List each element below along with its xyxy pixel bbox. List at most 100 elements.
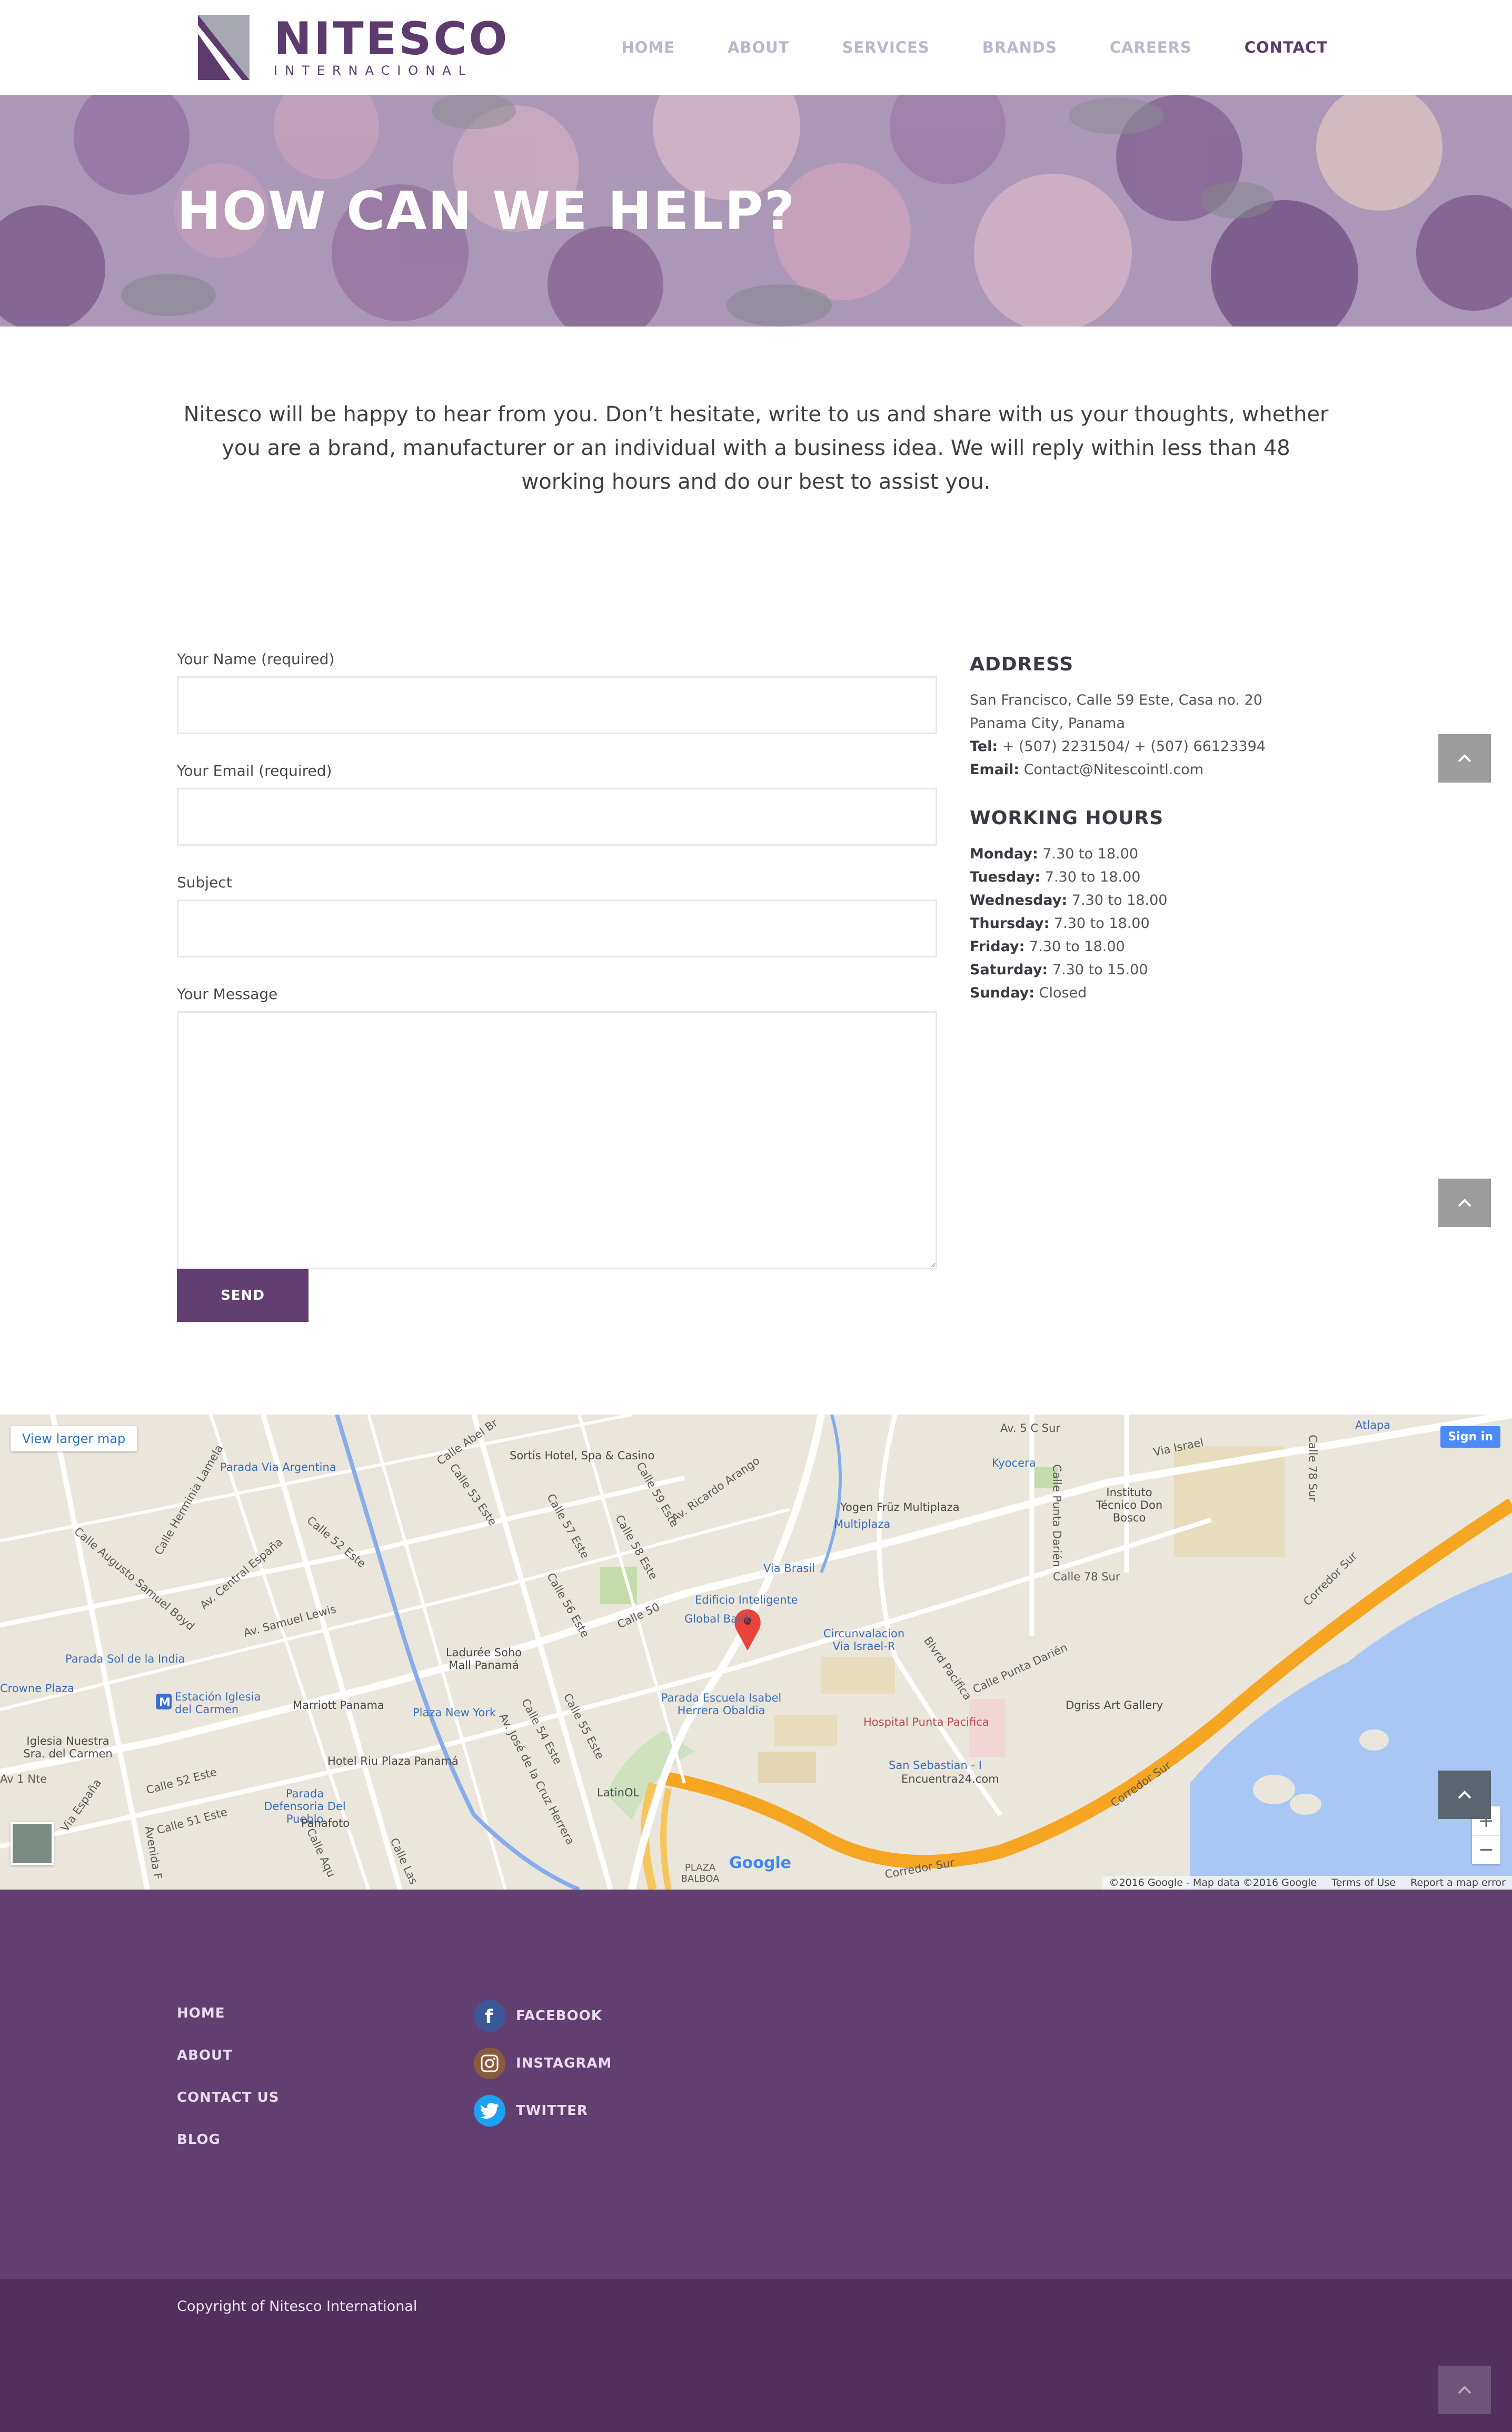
scroll-top-button[interactable] [1438, 734, 1491, 783]
hours-time: 7.30 to 18.00 [1045, 869, 1141, 885]
name-label: Your Name (required) [177, 650, 335, 668]
map-label: Circunvalacion Via Israel-R [823, 1627, 905, 1653]
send-button[interactable]: SEND [177, 1269, 309, 1322]
facebook-icon: f [474, 2000, 505, 2032]
map-label: Kyocera [992, 1457, 1036, 1469]
map-label: Instituto Técnico Don Bosco [1096, 1486, 1163, 1524]
nav-home[interactable]: HOME [621, 38, 675, 56]
map-label: Marriott Panama [293, 1699, 384, 1712]
contact-form: Your Name (required) Your Email (require… [177, 649, 937, 1296]
email-info-label: Email: [970, 762, 1020, 778]
map-label: Calle Punta Darién [1050, 1464, 1063, 1567]
map-attribution-bar: ©2016 Google - Map data ©2016 Google Ter… [1102, 1876, 1512, 1890]
map-report-link[interactable]: Report a map error [1410, 1877, 1506, 1889]
subject-field-group: Subject [177, 872, 937, 957]
logo[interactable]: NITESCO INTERNACIONAL [198, 15, 508, 80]
map-label: LatinOL [597, 1786, 640, 1799]
message-label: Your Message [177, 985, 278, 1003]
map-label: Estación Iglesia del Carmen [175, 1690, 261, 1716]
map-label: Calle 78 Sur [1053, 1570, 1120, 1583]
hero-banner: HOW CAN WE HELP? [0, 95, 1512, 327]
hours-time: 7.30 to 18.00 [1071, 892, 1168, 908]
google-logo: Google [729, 1854, 791, 1872]
site-footer: HOME ABOUT CONTACT US BLOG f FACEBOOK IN… [0, 1890, 1512, 2279]
working-hours-heading: WORKING HOURS [970, 807, 1164, 829]
nav-careers[interactable]: CAREERS [1110, 38, 1192, 56]
map-label: Calle 78 Sur [1306, 1435, 1319, 1502]
map-label: Parada Sol de la India [65, 1653, 185, 1665]
chevron-up-icon [1458, 2386, 1471, 2394]
social-label: INSTAGRAM [516, 2055, 612, 2071]
nav-services[interactable]: SERVICES [842, 38, 929, 56]
social-facebook[interactable]: f FACEBOOK [474, 2000, 612, 2032]
copyright-bar: Copyright of Nitesco International [0, 2279, 1512, 2432]
address-line-2: Panama City, Panama [970, 715, 1125, 731]
map-label: Crowne Plaza [0, 1682, 75, 1695]
footer-link-blog[interactable]: BLOG [177, 2132, 280, 2148]
hours-day: Sunday: [970, 985, 1035, 1001]
map-label: Via Brasil [763, 1562, 815, 1575]
chevron-up-icon [1458, 754, 1471, 763]
social-twitter[interactable]: TWITTER [474, 2095, 612, 2127]
map-label: Encuentra24.com [901, 1773, 999, 1785]
map-label: Hotel Riu Plaza Panamá [327, 1755, 459, 1767]
map-label: Panafoto [301, 1817, 350, 1830]
map-label: Edificio Inteligente [695, 1594, 798, 1606]
nav-brands[interactable]: BRANDS [982, 38, 1057, 56]
map-label: Yogen Früz Multiplaza [840, 1501, 960, 1514]
map-label: Av. 5 C Sur [1000, 1422, 1060, 1435]
nav-contact[interactable]: CONTACT [1245, 38, 1328, 56]
scroll-top-button[interactable] [1438, 2366, 1491, 2414]
tel-line: Tel: + (507) 2231504/ + (507) 66123394 [970, 735, 1338, 758]
map-label: Sortis Hotel, Spa & Casino [510, 1449, 655, 1462]
subject-input[interactable] [177, 899, 937, 957]
view-larger-map-link[interactable]: View larger map [11, 1426, 137, 1451]
map-terms-link[interactable]: Terms of Use [1331, 1877, 1396, 1889]
map-sign-in-button[interactable]: Sign in [1440, 1426, 1500, 1448]
message-textarea[interactable] [177, 1011, 937, 1269]
map-label: Hospital Punta Pacifica [863, 1716, 989, 1728]
hours-day: Monday: [970, 846, 1038, 862]
footer-link-home[interactable]: HOME [177, 2005, 280, 2021]
chevron-up-icon [1458, 1199, 1471, 1207]
map-label: Dgriss Art Gallery [1066, 1699, 1163, 1712]
tel-value: + (507) 2231504/ + (507) 66123394 [1002, 738, 1266, 755]
main-nav: HOME ABOUT SERVICES BRANDS CAREERS CONTA… [569, 0, 1328, 95]
hours-row: Monday: 7.30 to 18.00 [970, 843, 1338, 866]
satellite-toggle[interactable] [11, 1822, 54, 1865]
hours-row: Wednesday: 7.30 to 18.00 [970, 889, 1338, 912]
email-label: Your Email (required) [177, 762, 332, 779]
hours-day: Saturday: [970, 962, 1048, 978]
hours-day: Thursday: [970, 915, 1050, 932]
name-input[interactable] [177, 676, 937, 734]
scroll-top-button[interactable] [1438, 1179, 1491, 1227]
svg-text:f: f [485, 2006, 493, 2026]
brand-tagline: INTERNACIONAL [274, 63, 473, 78]
hours-time: Closed [1039, 985, 1087, 1001]
email-link[interactable]: Contact@Nitescointl.com [1024, 762, 1203, 778]
social-instagram[interactable]: INSTAGRAM [474, 2048, 612, 2079]
brand-name: NITESCO [274, 13, 510, 65]
footer-link-about[interactable]: ABOUT [177, 2048, 280, 2063]
intro-text: Nitesco will be happy to hear from you. … [183, 402, 1329, 494]
footer-nav: HOME ABOUT CONTACT US BLOG [177, 2005, 280, 2174]
hours-row: Thursday: 7.30 to 18.00 [970, 912, 1338, 935]
page-title: HOW CAN WE HELP? [177, 180, 796, 242]
hours-time: 7.30 to 18.00 [1029, 938, 1125, 955]
chevron-up-icon [1458, 1791, 1471, 1799]
nav-about[interactable]: ABOUT [728, 38, 790, 56]
map-label: San Sebastian - I [889, 1759, 982, 1772]
email-input[interactable] [177, 788, 937, 846]
scroll-top-button[interactable] [1438, 1771, 1491, 1819]
zoom-out-button[interactable]: − [1472, 1835, 1500, 1865]
google-map[interactable]: M Parada Via Argentina Sortis Hotel, Spa… [0, 1415, 1512, 1890]
map-attribution: ©2016 Google - Map data ©2016 Google [1109, 1877, 1317, 1889]
instagram-icon [474, 2048, 505, 2079]
address-line-1: San Francisco, Calle 59 Este, Casa no. 2… [970, 692, 1262, 708]
subject-label: Subject [177, 874, 232, 891]
name-field-group: Your Name (required) [177, 649, 937, 734]
site-header: NITESCO INTERNACIONAL HOME ABOUT SERVICE… [0, 0, 1512, 95]
google-logo-text: Google [729, 1854, 791, 1872]
hours-day: Tuesday: [970, 869, 1041, 885]
footer-link-contact-us[interactable]: CONTACT US [177, 2090, 280, 2105]
